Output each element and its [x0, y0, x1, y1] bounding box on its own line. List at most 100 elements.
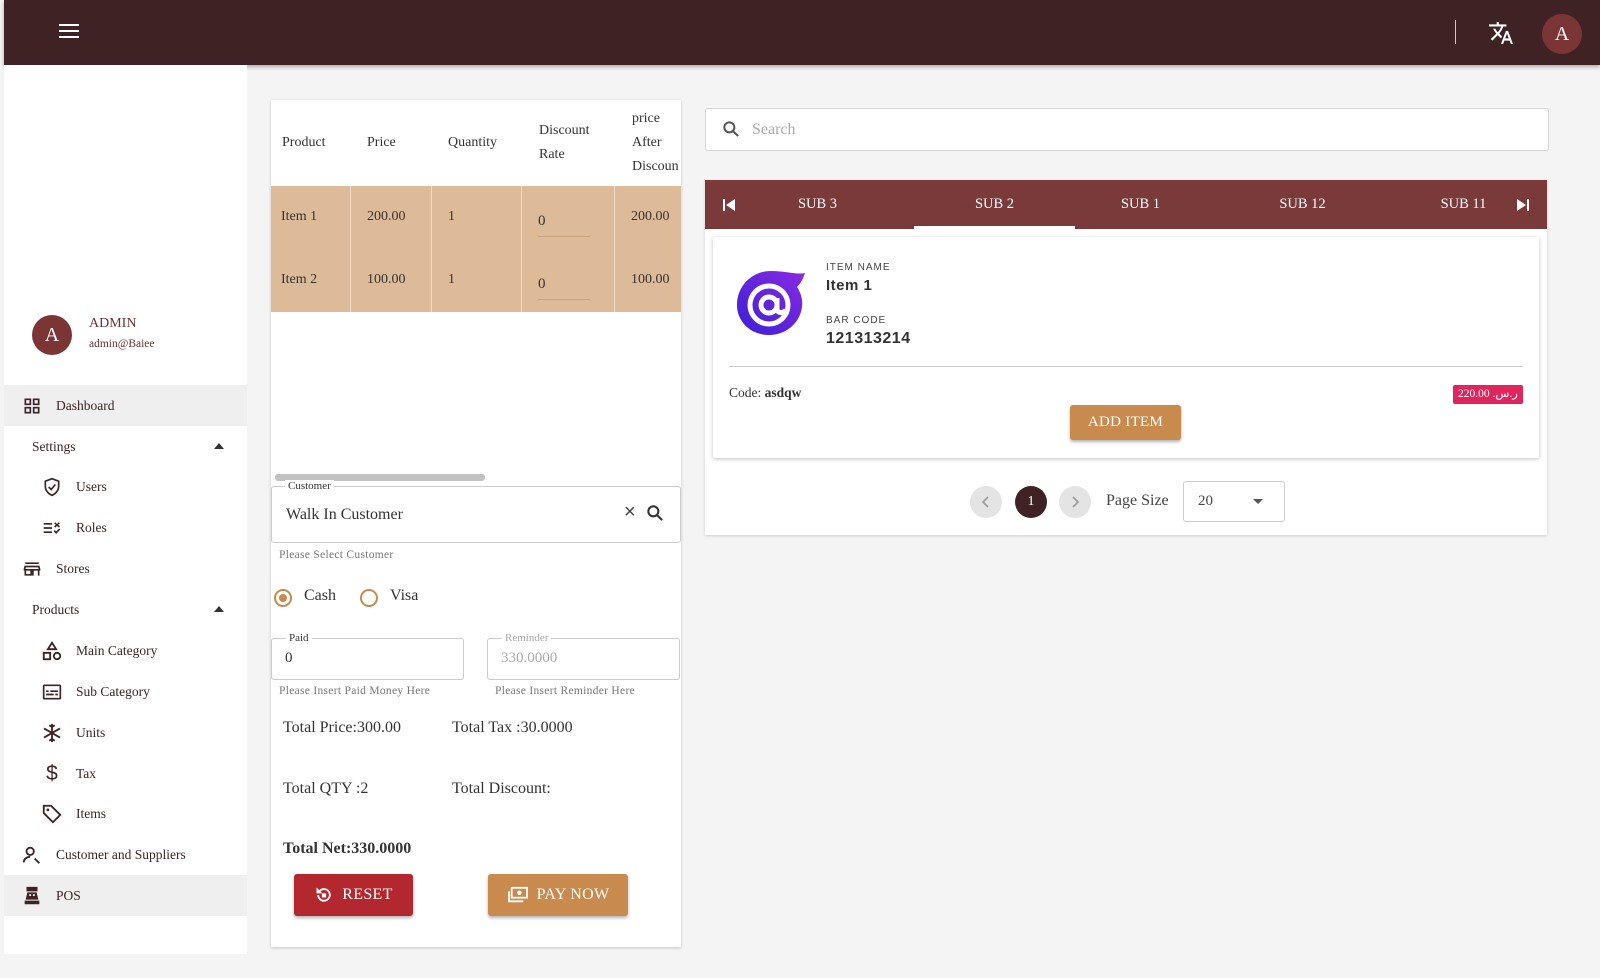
cash-label: Cash [304, 587, 336, 604]
sidebar-item-dashboard[interactable]: Dashboard [4, 385, 247, 426]
item-card[interactable]: ITEM NAME Item 1 BAR CODE 121313214 Code… [713, 237, 1539, 458]
visa-label: Visa [390, 587, 419, 604]
column-header-price-after: price [632, 111, 660, 126]
reminder-placeholder: 330.0000 [501, 650, 558, 666]
person-search-icon [21, 844, 43, 866]
cart-panel: Product Price Quantity Discount Rate pri… [271, 100, 681, 947]
clear-icon[interactable]: × [624, 501, 636, 524]
page-size-value: 20 [1198, 493, 1213, 509]
sidebar-item-customers[interactable]: Customer and Suppliers [4, 834, 247, 875]
sidebar-item-users[interactable]: Users [4, 466, 247, 507]
products-panel: SUB 3 SUB 2 SUB 1 SUB 12 SUB 11 ITEM NAM… [705, 180, 1547, 535]
barcode-value: 121313214 [826, 330, 911, 347]
reset-label: RESET [342, 886, 393, 903]
caret-up-icon [214, 443, 224, 449]
user-profile: A ADMIN admin@Baiee [32, 315, 232, 359]
category-icon [41, 640, 63, 662]
table-row[interactable]: Item 2 100.00 1 0 100.00 [271, 249, 681, 313]
caret-up-icon [214, 606, 224, 612]
column-header-discount-rate: Discount [539, 123, 590, 138]
search-icon[interactable] [645, 503, 665, 528]
total-price: Total Price:300.00 [283, 719, 401, 736]
subcategory-tabs: SUB 3 SUB 2 SUB 1 SUB 12 SUB 11 [705, 180, 1547, 229]
item-name: Item 1 [826, 277, 873, 294]
toolbar-divider [1455, 20, 1456, 44]
dropdown-arrow-icon [1253, 499, 1263, 504]
shield-check-icon [41, 476, 63, 498]
paid-value: 0 [285, 650, 293, 666]
tab-sub-2[interactable]: SUB 2 [914, 180, 1075, 229]
column-header-price-after-line2: After [632, 135, 662, 150]
reminder-hint: Please Insert Reminder Here [495, 685, 635, 697]
reset-icon [314, 885, 334, 905]
discount-rate-input[interactable]: 0 [538, 213, 590, 237]
cash-radio[interactable] [274, 589, 292, 607]
sidebar-item-label: Main Category [76, 642, 158, 658]
total-tax: Total Tax :30.0000 [452, 719, 573, 736]
next-page-button[interactable] [1059, 486, 1091, 518]
sidebar-item-sub-category[interactable]: Sub Category [4, 671, 247, 712]
column-header-discount-rate-line2: Rate [539, 147, 565, 162]
sidebar-item-label: Dashboard [56, 397, 115, 413]
page-size-select[interactable]: 20 [1183, 481, 1285, 522]
menu-icon[interactable] [56, 20, 82, 44]
sidebar-item-units[interactable]: Units [4, 712, 247, 753]
sidebar-group-products[interactable]: Products [4, 589, 247, 630]
cash-register-icon [21, 885, 43, 907]
page-size-label: Page Size [1106, 492, 1169, 509]
sidebar: A ADMIN admin@Baiee Dashboard Settings U… [4, 65, 247, 954]
sidebar-group-label: Products [32, 601, 80, 617]
item-code-label: Code: [729, 385, 762, 400]
sidebar-group-settings[interactable]: Settings [4, 426, 247, 467]
tab-sub-12[interactable]: SUB 12 [1222, 180, 1383, 229]
sidebar-item-main-category[interactable]: Main Category [4, 630, 247, 671]
reset-button[interactable]: RESET [294, 874, 413, 916]
sidebar-item-roles[interactable]: Roles [4, 507, 247, 548]
item-code: Code: asdqw [729, 385, 801, 401]
page-1-button[interactable]: 1 [1015, 486, 1047, 518]
customer-field[interactable]: Walk In Customer × [271, 486, 681, 543]
sidebar-item-tax[interactable]: $ Tax [4, 753, 247, 794]
user-avatar-button[interactable]: A [1542, 14, 1582, 54]
divider [729, 366, 1523, 367]
pay-now-button[interactable]: PAY NOW [488, 874, 628, 916]
reminder-input[interactable]: 330.0000 [487, 638, 680, 680]
search-input[interactable] [750, 117, 1534, 143]
add-item-button[interactable]: ADD ITEM [1070, 405, 1181, 440]
previous-page-button[interactable] [970, 486, 1002, 518]
translate-icon[interactable] [1486, 20, 1516, 46]
barcode-caption: BAR CODE [826, 315, 887, 326]
cell-price: 100.00 [367, 272, 406, 287]
snowflake-icon [41, 722, 63, 744]
sidebar-item-label: Items [76, 805, 106, 821]
paid-input[interactable]: 0 [271, 638, 464, 680]
table-row[interactable]: Item 1 200.00 1 0 200.00 [271, 186, 681, 250]
dashboard-icon [21, 395, 43, 417]
item-name-caption: ITEM NAME [826, 262, 891, 273]
paid-label: Paid [286, 632, 312, 644]
total-qty: Total QTY :2 [283, 780, 369, 797]
paid-hint: Please Insert Paid Money Here [279, 685, 431, 697]
sidebar-item-items[interactable]: Items [4, 793, 247, 834]
dollar-icon: $ [46, 761, 58, 785]
visa-radio[interactable] [360, 589, 378, 607]
sidebar-item-stores[interactable]: Stores [4, 548, 247, 589]
column-header-price: Price [367, 135, 396, 150]
tab-sub-1[interactable]: SUB 1 [1060, 180, 1221, 229]
sidebar-item-pos[interactable]: POS [4, 875, 247, 916]
sidebar-item-label: Customer and Suppliers [56, 846, 186, 862]
product-search[interactable] [705, 108, 1549, 151]
cell-price-after-discount: 200.00 [631, 209, 670, 224]
tab-sub-3[interactable]: SUB 3 [737, 180, 898, 229]
blazor-logo-icon [733, 267, 811, 337]
cell-product: Item 1 [281, 209, 318, 224]
last-tab-icon[interactable] [1501, 180, 1545, 229]
profile-email: admin@Baiee [89, 338, 155, 350]
item-code-value: asdqw [764, 385, 802, 400]
discount-rate-input[interactable]: 0 [538, 276, 590, 300]
customer-label: Customer [285, 480, 334, 492]
column-header-product: Product [282, 135, 326, 150]
payments-icon [507, 886, 529, 904]
reminder-label: Reminder [502, 632, 552, 644]
customer-value: Walk In Customer [286, 506, 403, 523]
